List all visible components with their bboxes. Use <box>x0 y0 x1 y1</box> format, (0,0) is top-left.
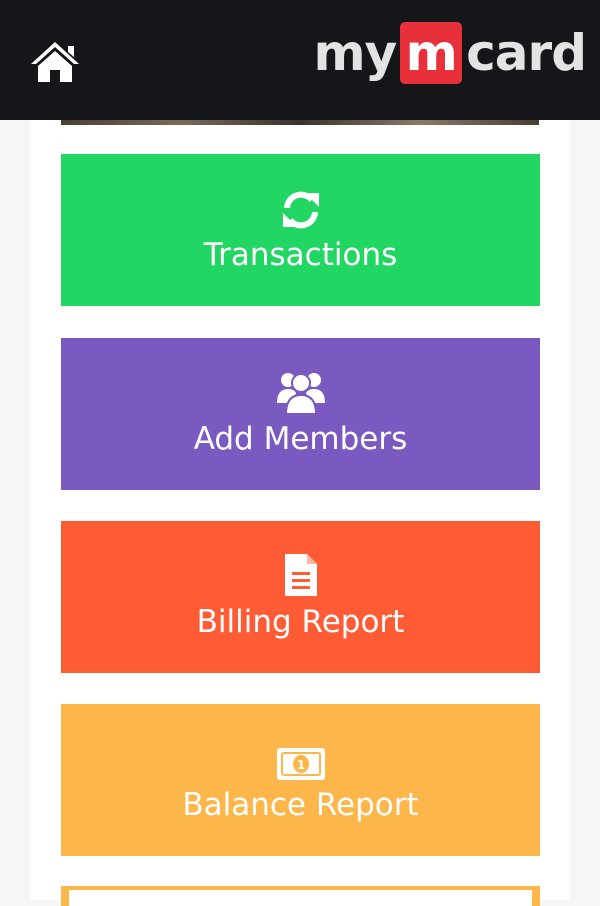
refresh-icon <box>279 185 323 231</box>
transactions-label: Transactions <box>203 237 398 273</box>
banner-image-edge <box>61 120 539 125</box>
next-tile-partial[interactable] <box>61 886 540 906</box>
users-icon <box>276 369 326 415</box>
svg-text:1: 1 <box>296 758 304 772</box>
next-tile-inner <box>69 890 532 906</box>
home-icon <box>31 42 79 82</box>
add-members-label: Add Members <box>193 421 408 457</box>
transactions-tile[interactable]: Transactions <box>61 154 540 306</box>
balance-report-label: Balance Report <box>182 787 419 823</box>
top-header: my m card <box>0 0 600 120</box>
dashboard-content: Transactions Add Members Billing Report … <box>30 120 570 906</box>
add-members-tile[interactable]: Add Members <box>61 338 540 490</box>
home-button[interactable] <box>28 38 82 86</box>
document-icon <box>283 552 319 598</box>
mymcard-logo[interactable]: my m card <box>313 22 587 84</box>
money-bill-icon: 1 <box>276 735 326 781</box>
billing-report-tile[interactable]: Billing Report <box>61 521 540 673</box>
billing-report-label: Billing Report <box>196 604 405 640</box>
balance-report-tile[interactable]: 1 Balance Report <box>61 704 540 856</box>
logo-text-card: card <box>466 24 587 82</box>
logo-m-box: m <box>400 22 463 84</box>
logo-text-my: my <box>313 24 397 82</box>
